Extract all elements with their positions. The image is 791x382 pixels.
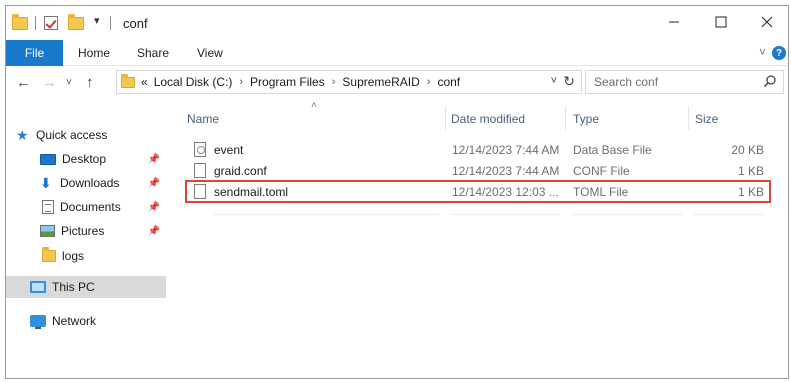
- table-row[interactable]: graid.conf 12/14/2023 7:44 AM CONF File …: [184, 161, 770, 182]
- navigation-bar: ← → ˅ ↑ « Local Disk (C:) › Program File…: [6, 66, 788, 100]
- computer-icon: [30, 281, 46, 293]
- file-icon: [194, 163, 206, 178]
- database-file-icon: [194, 142, 206, 157]
- column-divider[interactable]: [565, 106, 566, 130]
- quick-access-toolbar-dropdown-icon[interactable]: ▾: [94, 14, 100, 27]
- sidebar-item-label: Network: [52, 314, 97, 328]
- address-dropdown-icon[interactable]: ˅: [551, 75, 557, 87]
- file-size: 20 KB: [731, 143, 764, 157]
- folder-icon: [42, 247, 56, 262]
- properties-icon[interactable]: [44, 14, 58, 32]
- desktop-icon: [40, 153, 56, 165]
- breadcrumb-program-files[interactable]: Program Files: [250, 75, 325, 89]
- file-name: graid.conf: [214, 164, 267, 178]
- sidebar-item-label: Documents: [60, 200, 121, 214]
- file-name: event: [214, 143, 244, 157]
- sidebar-item-this-pc[interactable]: This PC: [6, 276, 166, 298]
- tab-home[interactable]: Home: [78, 46, 110, 60]
- divider: [572, 214, 682, 215]
- pin-icon[interactable]: 📌: [148, 202, 160, 213]
- star-icon: ★: [16, 127, 29, 143]
- minimize-icon: [669, 21, 679, 23]
- sidebar-item-label: Downloads: [60, 176, 120, 190]
- column-header-size[interactable]: Size: [695, 112, 718, 126]
- sidebar-item-pictures[interactable]: Pictures 📌: [6, 220, 166, 242]
- file-type: Data Base File: [573, 143, 652, 157]
- divider: [214, 214, 439, 215]
- column-divider[interactable]: [688, 106, 689, 130]
- folder-icon: [12, 13, 28, 32]
- sidebar-item-quick-access[interactable]: ★ Quick access: [6, 124, 166, 146]
- file-explorer-window: ▾ conf File Home Share View ˅ ? ← → ˅ ↑ …: [5, 5, 789, 379]
- new-folder-icon[interactable]: [68, 13, 84, 32]
- ribbon-tabs: File Home Share View ˅ ?: [6, 40, 788, 66]
- close-button[interactable]: [744, 6, 788, 38]
- minimize-button[interactable]: [651, 6, 697, 38]
- divider: [450, 214, 560, 215]
- tab-view[interactable]: View: [197, 46, 223, 60]
- address-bar[interactable]: « Local Disk (C:) › Program Files › Supr…: [116, 70, 582, 94]
- sidebar-item-network[interactable]: Network: [6, 310, 166, 332]
- forward-arrow-icon[interactable]: →: [42, 74, 57, 91]
- column-divider[interactable]: [445, 106, 446, 130]
- help-icon[interactable]: ?: [772, 46, 786, 60]
- file-size: 1 KB: [737, 164, 764, 178]
- file-date: 12/14/2023 7:44 AM: [452, 164, 560, 178]
- maximize-button[interactable]: [698, 6, 744, 38]
- sidebar-item-documents[interactable]: Documents 📌: [6, 196, 166, 218]
- file-type: CONF File: [573, 164, 630, 178]
- refresh-icon[interactable]: ↻: [563, 73, 575, 90]
- search-box[interactable]: [585, 70, 784, 94]
- sidebar-item-label: Quick access: [36, 128, 108, 142]
- document-icon: [42, 200, 54, 214]
- folder-icon: [121, 73, 135, 88]
- breadcrumb-chevron-icon[interactable]: ›: [239, 76, 243, 88]
- separator: [110, 16, 111, 30]
- pin-icon[interactable]: 📌: [148, 226, 160, 237]
- table-row[interactable]: event 12/14/2023 7:44 AM Data Base File …: [184, 140, 770, 161]
- file-date: 12/14/2023 7:44 AM: [452, 143, 560, 157]
- search-input[interactable]: [594, 75, 754, 89]
- search-icon: [763, 75, 776, 88]
- breadcrumb-chevron-icon[interactable]: ›: [332, 76, 336, 88]
- back-arrow-icon[interactable]: ←: [16, 74, 31, 91]
- breadcrumb-chevron-icon[interactable]: ›: [427, 76, 431, 88]
- download-arrow-icon: ⬇: [40, 175, 52, 191]
- tab-file[interactable]: File: [6, 40, 63, 66]
- highlight-annotation: [185, 180, 771, 203]
- title-bar: ▾ conf: [6, 6, 788, 40]
- sidebar-item-label: logs: [62, 249, 85, 263]
- window-title: conf: [123, 16, 148, 31]
- pin-icon[interactable]: 📌: [148, 154, 160, 165]
- navigation-pane: ★ Quick access Desktop 📌 ⬇ Downloads 📌 D…: [6, 100, 166, 378]
- network-icon: [30, 315, 46, 329]
- column-header-date-modified[interactable]: Date modified: [451, 112, 525, 126]
- column-header-name[interactable]: Name: [187, 112, 219, 126]
- breadcrumb-local-disk[interactable]: Local Disk (C:): [154, 75, 233, 89]
- expand-ribbon-chevron-icon[interactable]: ˅: [759, 45, 766, 59]
- pin-icon[interactable]: 📌: [148, 178, 160, 189]
- close-icon: [761, 16, 773, 28]
- up-arrow-icon[interactable]: ↑: [86, 74, 94, 91]
- sidebar-item-logs[interactable]: logs: [6, 245, 166, 267]
- pictures-icon: [40, 225, 55, 237]
- sidebar-item-label: Pictures: [61, 224, 105, 238]
- recent-locations-chevron-icon[interactable]: ˅: [66, 77, 72, 88]
- column-header-type[interactable]: Type: [573, 112, 599, 126]
- breadcrumb-conf[interactable]: conf: [437, 75, 460, 89]
- sidebar-item-desktop[interactable]: Desktop 📌: [6, 148, 166, 170]
- sort-ascending-icon: ˄: [311, 100, 317, 111]
- sidebar-item-downloads[interactable]: ⬇ Downloads 📌: [6, 172, 166, 194]
- sidebar-item-label: This PC: [52, 280, 95, 294]
- maximize-icon: [715, 16, 727, 28]
- sidebar-item-label: Desktop: [62, 152, 107, 166]
- file-list: ˄ Name Date modified Type Size event 12/…: [184, 100, 788, 378]
- tab-share[interactable]: Share: [137, 46, 169, 60]
- divider: [694, 214, 764, 215]
- breadcrumb-supremeraid[interactable]: SupremeRAID: [342, 75, 419, 89]
- separator: [35, 16, 36, 30]
- breadcrumb-overflow[interactable]: «: [141, 75, 148, 89]
